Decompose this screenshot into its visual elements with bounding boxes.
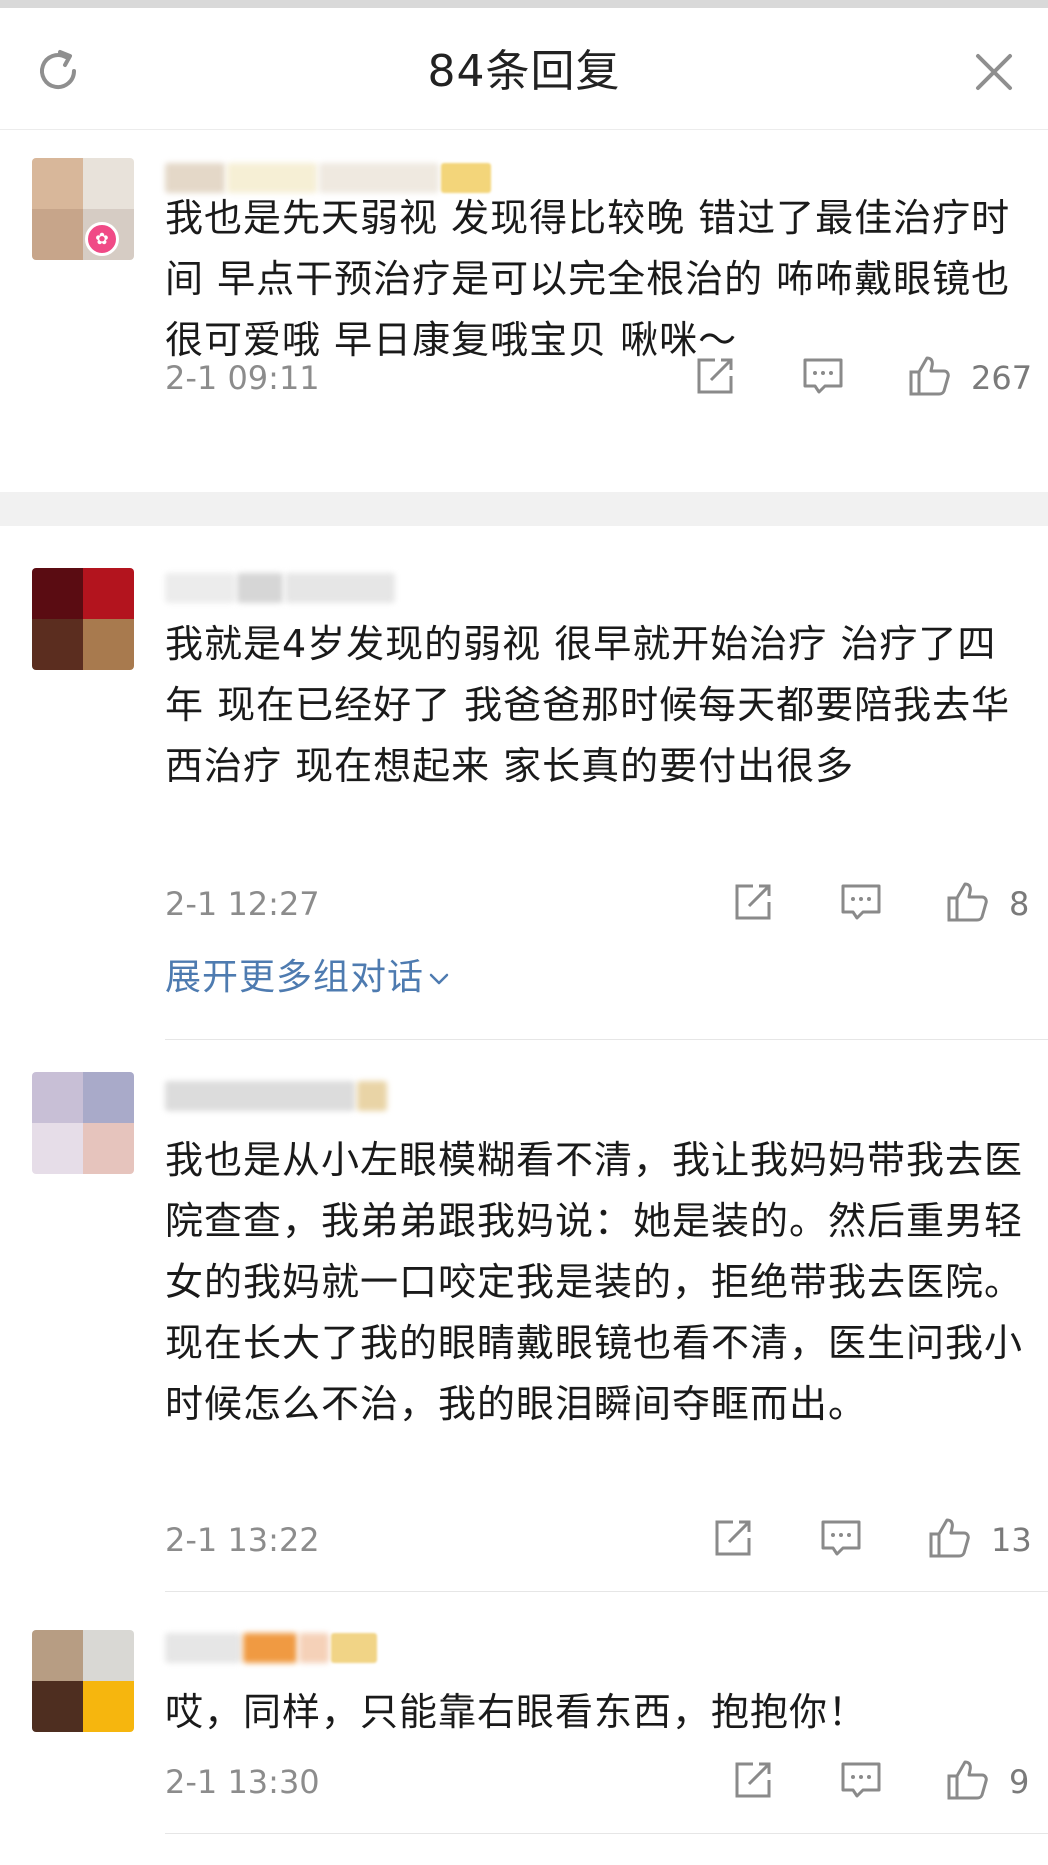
verified-badge-icon: ✿	[85, 222, 119, 256]
like-count: 8	[1009, 885, 1030, 923]
comment-time: 2-1 13:30	[165, 1763, 320, 1801]
comment-meta: 2-1 13:22 13	[165, 1514, 1032, 1564]
username-blurred[interactable]	[165, 568, 395, 608]
username-blurred[interactable]	[165, 1076, 387, 1116]
comment-icon[interactable]	[819, 1516, 863, 1560]
expand-more-label: 展开更多组对话	[165, 957, 425, 998]
chevron-down-icon	[429, 973, 449, 985]
avatar[interactable]	[32, 1072, 134, 1174]
top-edge	[0, 0, 1048, 8]
comment-time: 2-1 09:11	[165, 359, 320, 397]
thumbs-up-icon[interactable]	[927, 1516, 971, 1560]
avatar-tile	[83, 1681, 134, 1732]
avatar-tile	[32, 568, 83, 619]
avatar[interactable]	[32, 158, 134, 260]
comment-divider	[165, 1833, 1048, 1834]
username-blurred[interactable]	[165, 1628, 377, 1668]
comment-item: ✿ 我也是先天弱视 发现得比较晚 错过了最佳治疗时间 早点干预治疗是可以完全根治…	[0, 130, 1048, 490]
avatar-tile	[83, 1123, 134, 1174]
comment-icon[interactable]	[839, 880, 883, 924]
comment-item: 我也是从小左眼模糊看不清，我让我妈妈带我去医院查查，我弟弟跟我妈说：她是装的。然…	[0, 1040, 1048, 1590]
comment-meta: 2-1 09:11 267	[165, 352, 1032, 402]
expand-more-link[interactable]: 展开更多组对话	[165, 956, 452, 1000]
comment-text: 哎，同样，只能靠右眼看东西，抱抱你！	[165, 1690, 868, 1734]
comment-text: 我就是4岁发现的弱视 很早就开始治疗 治疗了四年 现在已经好了 我爸爸那时候每天…	[165, 622, 1011, 788]
comment-meta: 2-1 12:27 8	[165, 878, 1030, 928]
share-icon[interactable]	[693, 354, 737, 398]
avatar-tile	[32, 1072, 83, 1123]
avatar-tile	[32, 1681, 83, 1732]
avatar[interactable]	[32, 568, 134, 670]
comment-icon[interactable]	[801, 354, 845, 398]
comment-icon[interactable]	[839, 1758, 883, 1802]
section-separator	[0, 492, 1048, 526]
thumbs-up-icon[interactable]	[945, 880, 989, 924]
share-icon[interactable]	[711, 1516, 755, 1560]
avatar-tile	[32, 619, 83, 670]
like-count: 13	[991, 1521, 1032, 1559]
comment-text: 我也是先天弱视 发现得比较晚 错过了最佳治疗时间 早点干预治疗是可以完全根治的 …	[165, 196, 1011, 362]
avatar-tile	[83, 1072, 134, 1123]
reply-header: 84条回复	[0, 8, 1048, 130]
avatar-tile	[83, 568, 134, 619]
avatar[interactable]	[32, 1630, 134, 1732]
page-title: 84条回复	[427, 46, 621, 97]
like-count: 9	[1009, 1763, 1030, 1801]
avatar-tile	[83, 1630, 134, 1681]
avatar-tile	[32, 158, 83, 209]
avatar-tile	[32, 1123, 83, 1174]
comment-text: 我也是从小左眼模糊看不清，我让我妈妈带我去医院查查，我弟弟跟我妈说：她是装的。然…	[165, 1138, 1024, 1426]
comment-item: 哎，同样，只能靠右眼看东西，抱抱你！ 2-1 13:30 9	[0, 1592, 1048, 1832]
close-icon[interactable]	[972, 50, 1016, 94]
comment-time: 2-1 13:22	[165, 1521, 320, 1559]
share-icon[interactable]	[731, 880, 775, 924]
avatar-tile	[32, 1630, 83, 1681]
thumbs-up-icon[interactable]	[945, 1758, 989, 1802]
like-count: 267	[971, 359, 1033, 397]
avatar-tile	[83, 619, 134, 670]
comment-meta: 2-1 13:30 9	[165, 1756, 1030, 1806]
comment-item: 我就是4岁发现的弱视 很早就开始治疗 治疗了四年 现在已经好了 我爸爸那时候每天…	[0, 526, 1048, 1036]
comment-time: 2-1 12:27	[165, 885, 320, 923]
share-icon[interactable]	[731, 1758, 775, 1802]
thumbs-up-icon[interactable]	[907, 354, 951, 398]
avatar-tile	[32, 209, 83, 260]
avatar-tile	[83, 158, 134, 209]
